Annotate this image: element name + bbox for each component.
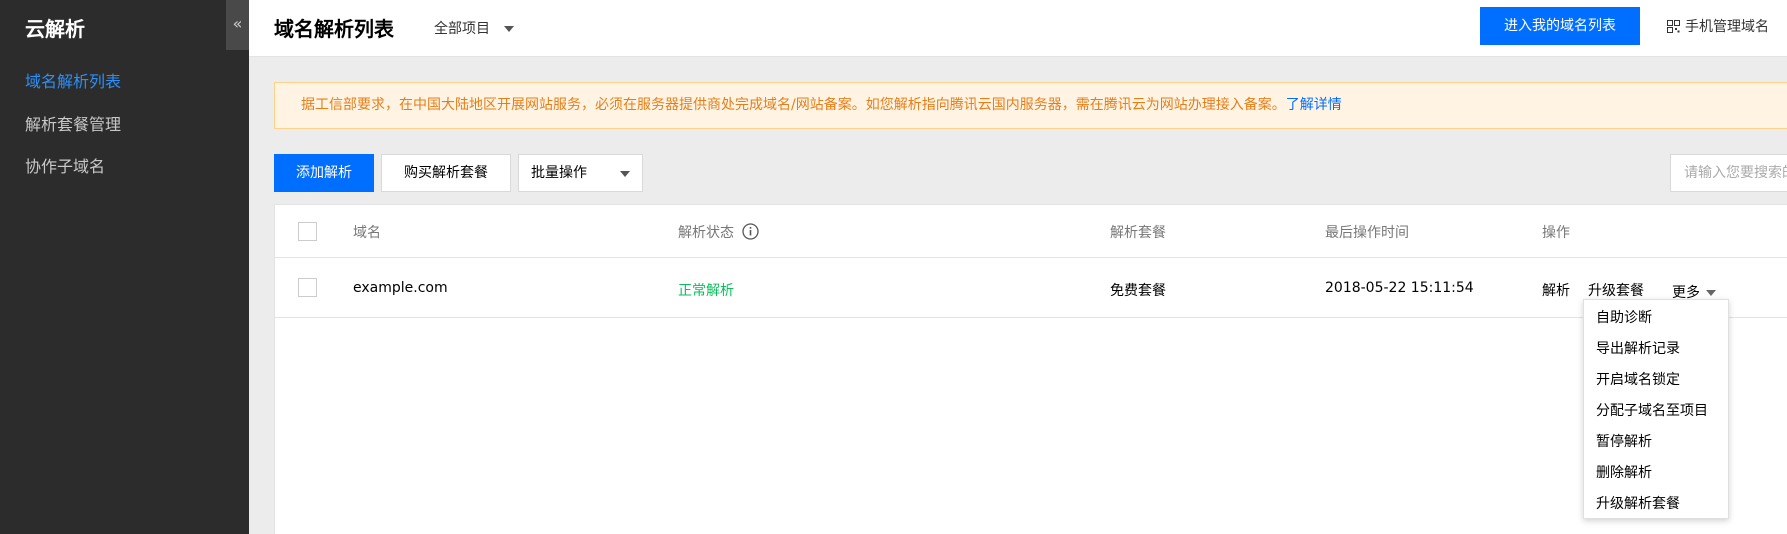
domain-link[interactable]: example.com	[353, 280, 448, 296]
column-header-last-op-time: 最后操作时间	[1325, 225, 1409, 241]
notice-text: 据工信部要求，在中国大陆地区开展网站服务，必须在服务器提供商处完成域名/网站备案…	[301, 97, 1286, 113]
chevron-down-icon	[620, 171, 630, 177]
mobile-manage-label: 手机管理域名	[1685, 19, 1769, 35]
column-header-domain: 域名	[353, 225, 381, 241]
menu-item-self-diagnosis[interactable]: 自助诊断	[1584, 303, 1728, 334]
select-all-checkbox[interactable]	[298, 222, 317, 241]
column-header-actions: 操作	[1542, 225, 1570, 241]
batch-ops-label: 批量操作	[531, 165, 587, 181]
upgrade-package-link[interactable]: 升级套餐	[1588, 280, 1644, 300]
header: 域名解析列表 全部项目 进入我的域名列表 手机管理域名	[249, 0, 1787, 57]
notice-learn-more-link[interactable]: 了解详情	[1286, 97, 1342, 113]
last-op-time-value: 2018-05-22 15:11:54	[1325, 280, 1474, 296]
menu-item-delete-resolve[interactable]: 删除解析	[1584, 458, 1728, 489]
brand-title: 云解析	[25, 17, 85, 41]
add-record-button[interactable]: 添加解析	[274, 154, 374, 192]
sidebar-item-collab-subdomain[interactable]: 协作子域名	[25, 153, 105, 177]
table-row: example.com 正常解析 免费套餐 2018-05-22 15:11:5…	[275, 258, 1787, 318]
icp-notice: 据工信部要求，在中国大陆地区开展网站服务，必须在服务器提供商处完成域名/网站备案…	[274, 82, 1787, 129]
domain-table: 域名 解析状态 解析套餐 最后操作时间 操作 example.com 正常解析 …	[274, 204, 1787, 534]
menu-item-enable-domain-lock[interactable]: 开启域名锁定	[1584, 365, 1728, 396]
package-value: 免费套餐	[1110, 283, 1166, 299]
search-input[interactable]	[1670, 154, 1787, 192]
chevron-down-icon	[1706, 290, 1716, 296]
resolve-link[interactable]: 解析	[1542, 280, 1570, 300]
page-title: 域名解析列表	[274, 17, 394, 41]
status-badge: 正常解析	[678, 283, 734, 299]
info-icon[interactable]	[742, 223, 759, 240]
sidebar-item-domain-list[interactable]: 域名解析列表	[25, 68, 121, 92]
column-header-status-label: 解析状态	[678, 225, 734, 241]
buy-package-button[interactable]: 购买解析套餐	[381, 154, 511, 192]
menu-item-export-records[interactable]: 导出解析记录	[1584, 334, 1728, 365]
sidebar-collapse-button[interactable]: «	[226, 0, 249, 50]
row-checkbox[interactable]	[298, 278, 317, 297]
sidebar: 云解析 « 域名解析列表 解析套餐管理 协作子域名	[0, 0, 249, 534]
more-dropdown-menu: 自助诊断 导出解析记录 开启域名锁定 分配子域名至项目 暂停解析 删除解析 升级…	[1583, 299, 1729, 519]
chevron-down-icon	[504, 26, 514, 32]
project-select-value: 全部项目	[434, 21, 490, 37]
menu-item-upgrade-package[interactable]: 升级解析套餐	[1584, 489, 1728, 520]
column-header-package: 解析套餐	[1110, 225, 1166, 241]
column-header-status: 解析状态	[678, 222, 759, 242]
table-header: 域名 解析状态 解析套餐 最后操作时间 操作	[275, 205, 1787, 258]
project-select[interactable]: 全部项目	[434, 18, 514, 38]
mobile-manage-link[interactable]: 手机管理域名	[1667, 16, 1769, 36]
menu-item-pause-resolve[interactable]: 暂停解析	[1584, 427, 1728, 458]
batch-ops-select[interactable]: 批量操作	[518, 154, 643, 192]
enter-domain-list-button[interactable]: 进入我的域名列表	[1480, 7, 1640, 45]
qrcode-icon	[1667, 20, 1680, 33]
menu-item-assign-subdomain[interactable]: 分配子域名至项目	[1584, 396, 1728, 427]
sidebar-item-package-manage[interactable]: 解析套餐管理	[25, 111, 121, 135]
